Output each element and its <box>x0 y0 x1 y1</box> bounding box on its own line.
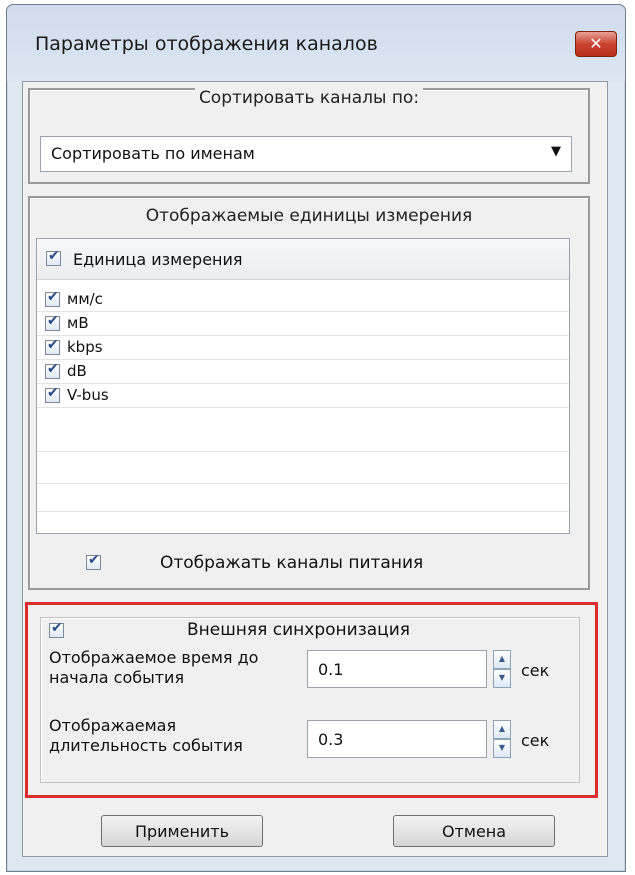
dialog-window: Параметры отображения каналов ✕ Сортиров… <box>6 4 626 872</box>
list-item[interactable]: мВ <box>37 311 569 335</box>
unit-label: мм/с <box>67 290 103 308</box>
sort-group-legend: Сортировать каналы по: <box>194 88 424 108</box>
list-item[interactable]: dB <box>37 359 569 383</box>
unit-label: V-bus <box>67 386 109 404</box>
units-list[interactable]: Единица измерения мм/с мВ kbps <box>36 238 570 534</box>
select-all-checkbox[interactable] <box>46 248 61 266</box>
unit-checkbox[interactable] <box>45 385 60 403</box>
unit-checkbox[interactable] <box>45 289 60 307</box>
units-group: Отображаемые единицы измерения Единица и… <box>28 196 590 590</box>
row-divider <box>37 451 569 452</box>
duration-label: Отображаемая длительность события <box>49 716 294 756</box>
sync-group: Внешняя синхронизация Отображаемое время… <box>40 617 580 783</box>
units-column-header: Единица измерения <box>73 250 243 269</box>
before-event-label-line2: начала события <box>49 668 185 687</box>
row-divider <box>37 483 569 484</box>
list-item[interactable]: V-bus <box>37 383 569 407</box>
duration-unit: сек <box>521 731 550 750</box>
duration-stepper[interactable]: ▲ ▼ <box>493 720 511 758</box>
before-event-input[interactable]: 0.1 <box>307 650 487 688</box>
list-item[interactable]: мм/с <box>37 287 569 311</box>
before-event-label: Отображаемое время до начала события <box>49 648 294 688</box>
spin-up-icon[interactable]: ▲ <box>493 650 511 669</box>
units-group-legend: Отображаемые единицы измерения <box>141 206 477 226</box>
external-sync-label: Внешняя синхронизация <box>187 620 410 640</box>
power-channels-checkbox[interactable] <box>86 552 101 570</box>
duration-value: 0.3 <box>318 730 344 749</box>
spin-up-icon[interactable]: ▲ <box>493 720 511 739</box>
dialog-content: Сортировать каналы по: Сортировать по им… <box>22 81 608 857</box>
spin-down-icon[interactable]: ▼ <box>493 669 511 688</box>
units-list-header[interactable]: Единица измерения <box>37 239 569 280</box>
unit-checkbox[interactable] <box>45 313 60 331</box>
list-item[interactable]: kbps <box>37 335 569 359</box>
close-button[interactable]: ✕ <box>575 31 617 57</box>
before-event-label-line1: Отображаемое время до <box>49 648 259 667</box>
duration-input[interactable]: 0.3 <box>307 720 487 758</box>
unit-label: dB <box>67 362 87 380</box>
before-event-unit: сек <box>521 661 550 680</box>
sort-group: Сортировать каналы по: Сортировать по им… <box>28 88 590 184</box>
sort-dropdown[interactable]: Сортировать по именам ▼ <box>40 136 572 172</box>
external-sync-checkbox[interactable] <box>49 620 64 638</box>
sync-highlight-box: Внешняя синхронизация Отображаемое время… <box>25 602 598 798</box>
unit-label: kbps <box>67 338 103 356</box>
cancel-button[interactable]: Отмена <box>393 815 555 847</box>
close-icon: ✕ <box>589 34 603 53</box>
row-divider <box>37 511 569 512</box>
unit-label: мВ <box>67 314 89 332</box>
chevron-down-icon[interactable]: ▼ <box>551 144 561 159</box>
sort-dropdown-value: Сортировать по именам <box>51 144 255 163</box>
unit-checkbox[interactable] <box>45 361 60 379</box>
title-bar[interactable]: Параметры отображения каналов ✕ <box>7 5 625 81</box>
duration-label-line2: длительность события <box>49 736 243 755</box>
duration-label-line1: Отображаемая <box>49 716 177 735</box>
power-channels-row: Отображать каналы питания <box>30 548 588 578</box>
window-title: Параметры отображения каналов <box>35 33 378 55</box>
row-divider <box>37 407 569 408</box>
before-event-stepper[interactable]: ▲ ▼ <box>493 650 511 688</box>
before-event-value: 0.1 <box>318 660 344 679</box>
spin-down-icon[interactable]: ▼ <box>493 739 511 758</box>
unit-checkbox[interactable] <box>45 337 60 355</box>
apply-button[interactable]: Применить <box>101 815 263 847</box>
power-channels-label: Отображать каналы питания <box>160 553 424 573</box>
